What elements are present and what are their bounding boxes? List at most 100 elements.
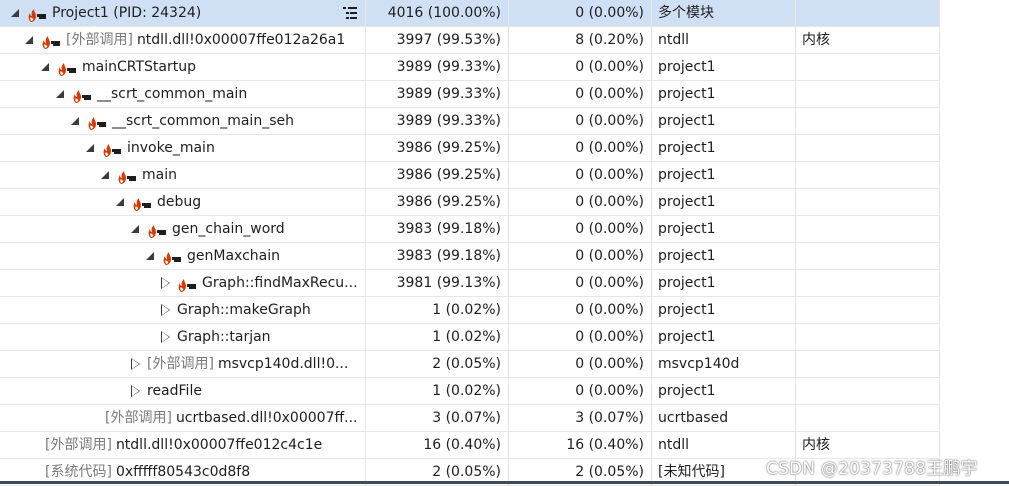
self-cpu-cell: 0 (0.00%) — [509, 54, 652, 81]
total-cpu-cell: 16 (0.40%) — [366, 432, 509, 459]
function-name: ntdll.dll!0x00007ffe012a26a1 — [136, 32, 346, 48]
self-cpu-cell: 0 (0.00%) — [509, 162, 652, 189]
table-row[interactable]: __scrt_common_main_seh 3989 (99.33%) 0 (0.… — [0, 108, 940, 135]
self-cpu-cell: 0 (0.00%) — [509, 108, 652, 135]
self-cpu-cell: 0 (0.00%) — [509, 297, 652, 324]
table-row[interactable]: main 3986 (99.25%) 0 (0.00%) project1 — [0, 162, 940, 189]
expand-arrow-icon[interactable] — [128, 357, 142, 371]
collapse-arrow-icon[interactable] — [113, 195, 127, 209]
function-name-cell[interactable]: main — [0, 162, 366, 189]
table-row[interactable]: Graph::makeGraph 1 (0.02%) 0 (0.00%) projec… — [0, 297, 940, 324]
function-name: invoke_main — [127, 140, 215, 156]
category-cell — [796, 270, 940, 297]
table-row[interactable]: [外部调用] msvcp140d.dll!0... 2 (0.05%) 0 (0.00… — [0, 351, 940, 378]
function-name-cell[interactable]: Graph::tarjan — [0, 324, 366, 351]
category-cell — [796, 189, 940, 216]
function-name-cell[interactable]: Graph::findMaxRecu... — [0, 270, 366, 297]
table-row[interactable]: __scrt_common_main 3989 (99.33%) 0 (0.00%)… — [0, 81, 940, 108]
self-cpu-cell: 0 (0.00%) — [509, 216, 652, 243]
hot-path-flame-icon — [72, 87, 92, 103]
total-cpu-cell: 3989 (99.33%) — [366, 108, 509, 135]
module-cell: project1 — [652, 297, 796, 324]
function-name-cell[interactable]: Graph::makeGraph — [0, 297, 366, 324]
function-name: Graph::tarjan — [177, 329, 271, 345]
function-name-cell[interactable]: Project1 (PID: 24324) — [0, 0, 366, 27]
function-name-cell[interactable]: [外部调用] ntdll.dll!0x00007ffe012a26a1 — [0, 27, 366, 54]
collapse-arrow-icon[interactable] — [53, 87, 67, 101]
category-cell — [796, 351, 940, 378]
expand-arrow-icon[interactable] — [128, 384, 142, 398]
self-cpu-cell: 0 (0.00%) — [509, 324, 652, 351]
external-code-tag: [外部调用] — [66, 32, 133, 48]
expand-arrow-icon[interactable] — [158, 330, 172, 344]
function-name-cell[interactable]: readFile — [0, 378, 366, 405]
function-name-cell[interactable]: gen_chain_word — [0, 216, 366, 243]
function-name: msvcp140d.dll!0... — [217, 356, 349, 372]
category-cell — [796, 216, 940, 243]
function-name: Graph::makeGraph — [177, 302, 311, 318]
external-code-tag: [外部调用] — [105, 410, 172, 426]
module-cell: project1 — [652, 270, 796, 297]
watermark: CSDN @20373788王鹏宇 — [766, 459, 978, 479]
category-cell — [796, 162, 940, 189]
module-cell: project1 — [652, 189, 796, 216]
table-row[interactable]: readFile 1 (0.02%) 0 (0.00%) project1 — [0, 378, 940, 405]
table-row[interactable]: gen_chain_word 3983 (99.18%) 0 (0.00%) proj… — [0, 216, 940, 243]
table-row[interactable]: [外部调用] ntdll.dll!0x00007ffe012a26a1 3997 (… — [0, 27, 940, 54]
collapse-arrow-icon[interactable] — [143, 249, 157, 263]
module-cell: ucrtbased — [652, 405, 796, 432]
collapse-arrow-icon[interactable] — [83, 141, 97, 155]
function-name: ucrtbased.dll!0x00007ff... — [175, 410, 358, 426]
category-cell — [796, 378, 940, 405]
category-cell: 内核 — [796, 27, 940, 54]
table-row[interactable]: debug 3986 (99.25%) 0 (0.00%) project1 — [0, 189, 940, 216]
category-cell — [796, 405, 940, 432]
function-name-cell[interactable]: [外部调用] ntdll.dll!0x00007ffe012c4c1e — [0, 432, 366, 459]
hot-path-flame-icon — [132, 195, 152, 211]
module-cell: 多个模块 — [652, 0, 796, 27]
function-name-cell[interactable]: mainCRTStartup — [0, 54, 366, 81]
table-row[interactable]: Project1 (PID: 24324) 4016 (100.00%) 0 (0.… — [0, 0, 940, 27]
table-row[interactable]: Graph::findMaxRecu... 3981 (99.13%) 0 (0.0… — [0, 270, 940, 297]
list-options-icon[interactable] — [342, 5, 358, 21]
function-name-cell[interactable]: __scrt_common_main — [0, 81, 366, 108]
collapse-arrow-icon[interactable] — [8, 6, 22, 20]
function-name: __scrt_common_main_seh — [112, 113, 294, 129]
total-cpu-cell: 2 (0.05%) — [366, 351, 509, 378]
function-name-cell[interactable]: invoke_main — [0, 135, 366, 162]
function-name-cell[interactable]: [外部调用] ucrtbased.dll!0x00007ff... — [0, 405, 366, 432]
function-name-cell[interactable]: genMaxchain — [0, 243, 366, 270]
self-cpu-cell: 8 (0.20%) — [509, 27, 652, 54]
category-cell — [796, 54, 940, 81]
category-cell — [796, 135, 940, 162]
table-row[interactable]: invoke_main 3986 (99.25%) 0 (0.00%) project… — [0, 135, 940, 162]
collapse-arrow-icon[interactable] — [22, 33, 36, 47]
function-name-cell[interactable]: __scrt_common_main_seh — [0, 108, 366, 135]
function-name: readFile — [147, 383, 202, 399]
function-name: debug — [157, 194, 202, 210]
module-cell: project1 — [652, 108, 796, 135]
call-tree-table: Project1 (PID: 24324) 4016 (100.00%) 0 (0.… — [0, 0, 940, 486]
total-cpu-cell: 3983 (99.18%) — [366, 216, 509, 243]
table-row[interactable]: [外部调用] ucrtbased.dll!0x00007ff... 3 (0.07%… — [0, 405, 940, 432]
table-row[interactable]: Graph::tarjan 1 (0.02%) 0 (0.00%) project1 — [0, 324, 940, 351]
collapse-arrow-icon[interactable] — [98, 168, 112, 182]
collapse-arrow-icon[interactable] — [38, 60, 52, 74]
hot-path-flame-icon — [117, 168, 137, 184]
function-name-cell[interactable]: [外部调用] msvcp140d.dll!0... — [0, 351, 366, 378]
total-cpu-cell: 3981 (99.13%) — [366, 270, 509, 297]
category-cell — [796, 81, 940, 108]
total-cpu-cell: 3997 (99.53%) — [366, 27, 509, 54]
function-name-cell[interactable]: debug — [0, 189, 366, 216]
module-cell: project1 — [652, 135, 796, 162]
table-row[interactable]: genMaxchain 3983 (99.18%) 0 (0.00%) project… — [0, 243, 940, 270]
function-name: genMaxchain — [187, 248, 280, 264]
total-cpu-cell: 3 (0.07%) — [366, 405, 509, 432]
collapse-arrow-icon[interactable] — [128, 222, 142, 236]
external-code-tag: [外部调用] — [147, 356, 214, 372]
expand-arrow-icon[interactable] — [158, 303, 172, 317]
table-row[interactable]: mainCRTStartup 3989 (99.33%) 0 (0.00%) proj… — [0, 54, 940, 81]
total-cpu-cell: 1 (0.02%) — [366, 378, 509, 405]
expand-arrow-icon[interactable] — [158, 276, 172, 290]
collapse-arrow-icon[interactable] — [68, 114, 82, 128]
